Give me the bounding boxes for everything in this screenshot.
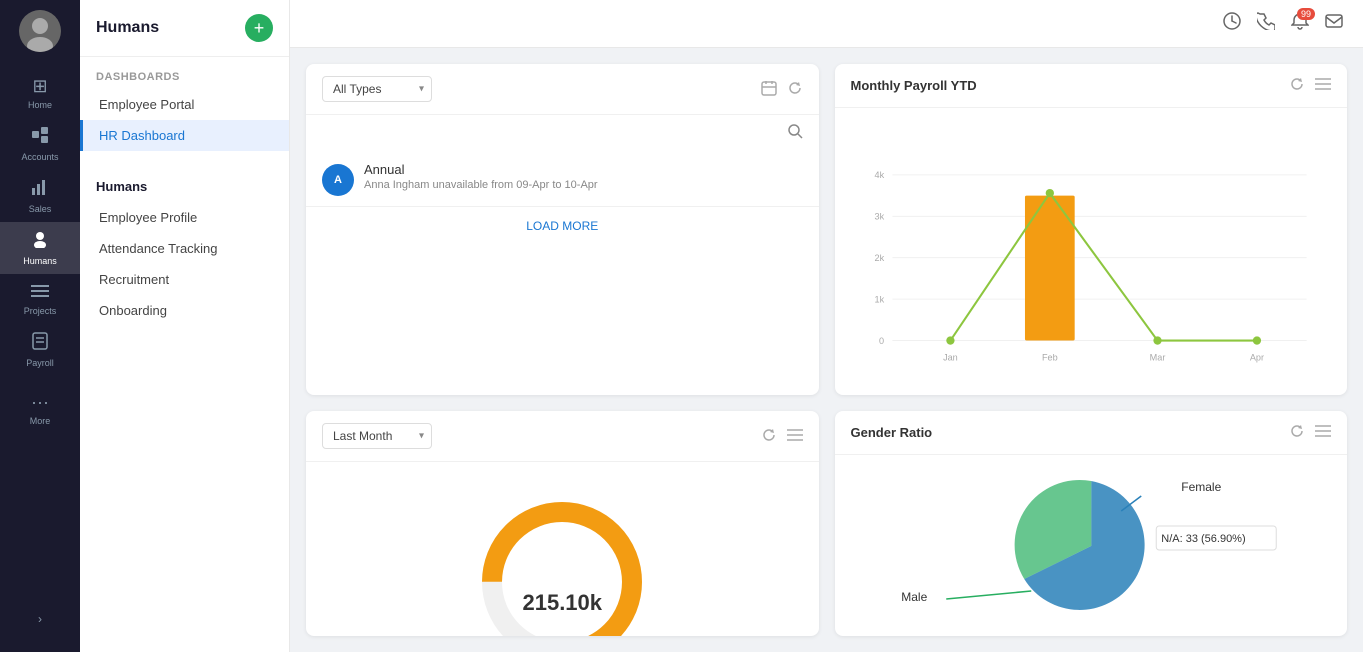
modules-section: Humans Employee Profile Attendance Track… — [80, 161, 289, 336]
svg-text:3k: 3k — [874, 212, 884, 222]
sidebar-item-payroll[interactable]: Payroll — [0, 324, 80, 376]
svg-text:Feb: Feb — [1041, 352, 1057, 362]
notification-badge: 99 — [1297, 8, 1315, 20]
payroll-card-header: Monthly Payroll YTD — [835, 64, 1348, 108]
payroll-chart-area: 4k 3k 2k 1k 0 Jan Feb Mar Apr — [835, 108, 1348, 395]
events-refresh-icon[interactable] — [787, 80, 803, 99]
humans-icon — [31, 230, 49, 253]
payroll-icon — [32, 332, 48, 355]
sidebar-more-label: More — [30, 416, 51, 426]
svg-text:0: 0 — [879, 336, 884, 346]
donut-filter-select[interactable]: Last Month This Month Last Quarter — [322, 423, 432, 449]
gender-chart-container: Female N/A: 33 (56.90%) Male — [835, 455, 1348, 615]
top-bar: 99 — [290, 0, 1363, 48]
sidebar-item-sales[interactable]: Sales — [0, 170, 80, 222]
accounts-icon — [31, 126, 49, 149]
sidebar-item-projects[interactable]: Projects — [0, 274, 80, 324]
event-info: Annual Anna Ingham unavailable from 09-A… — [364, 162, 803, 191]
donut-filter-wrap[interactable]: Last Month This Month Last Quarter — [322, 423, 432, 449]
payroll-svg: 4k 3k 2k 1k 0 Jan Feb Mar Apr — [851, 116, 1332, 395]
sidebar-item-more[interactable]: ··· More — [0, 384, 80, 434]
svg-text:2k: 2k — [874, 253, 884, 263]
sidebar-nav: ⊞ Home Accounts Sales Humans Projects Pa… — [0, 0, 80, 652]
payroll-card: Monthly Payroll YTD — [835, 64, 1348, 395]
sidebar-collapse-btn[interactable]: › — [30, 604, 50, 634]
svg-text:Male: Male — [901, 590, 927, 604]
menu-item-hr-dashboard[interactable]: HR Dashboard — [80, 120, 289, 151]
svg-text:Jan: Jan — [943, 352, 958, 362]
gender-card-header: Gender Ratio — [835, 411, 1348, 455]
menu-item-attendance-tracking[interactable]: Attendance Tracking — [80, 233, 289, 264]
menu-item-recruitment[interactable]: Recruitment — [80, 264, 289, 295]
projects-icon — [31, 282, 49, 303]
event-dot: A — [322, 164, 354, 196]
events-filter-wrap[interactable]: All Types Annual Sick Emergency — [322, 76, 432, 102]
events-card: All Types Annual Sick Emergency — [306, 64, 819, 395]
sidebar-sales-label: Sales — [29, 204, 52, 214]
donut-card: Last Month This Month Last Quarter — [306, 411, 819, 636]
sidebar-accounts-label: Accounts — [21, 152, 58, 162]
bell-icon[interactable]: 99 — [1291, 12, 1309, 35]
load-more-button[interactable]: LOAD MORE — [306, 206, 819, 245]
gender-card-title: Gender Ratio — [851, 425, 933, 440]
home-icon: ⊞ — [32, 76, 47, 97]
svg-text:Female: Female — [1181, 480, 1221, 494]
events-card-body: A Annual Anna Ingham unavailable from 09… — [306, 152, 819, 206]
main-content: 99 All Types Annual Sick Emergency — [290, 0, 1363, 652]
gender-menu-icon[interactable] — [1315, 424, 1331, 441]
events-search-button[interactable] — [787, 123, 803, 144]
donut-card-header: Last Month This Month Last Quarter — [306, 411, 819, 462]
menu-item-onboarding[interactable]: Onboarding — [80, 295, 289, 326]
payroll-menu-icon[interactable] — [1315, 77, 1331, 94]
menu-item-employee-portal[interactable]: Employee Portal — [80, 89, 289, 120]
menu-item-employee-profile[interactable]: Employee Profile — [80, 202, 289, 233]
sales-icon — [31, 178, 49, 201]
donut-value: 215.10k — [522, 590, 602, 616]
svg-text:1k: 1k — [874, 294, 884, 304]
events-calendar-icon[interactable] — [761, 80, 777, 99]
events-card-header: All Types Annual Sick Emergency — [306, 64, 819, 115]
donut-refresh-icon[interactable] — [761, 427, 777, 446]
gender-card: Gender Ratio — [835, 411, 1348, 636]
dashboards-section: Dashboards Employee Portal HR Dashboard — [80, 57, 289, 161]
sidebar-menu-title: Humans — [96, 19, 159, 37]
add-button[interactable]: + — [245, 14, 273, 42]
sidebar-menu: Humans + Dashboards Employee Portal HR D… — [80, 0, 290, 652]
gender-header-actions — [1289, 423, 1331, 442]
svg-text:N/A: 33 (56.90%): N/A: 33 (56.90%) — [1161, 533, 1245, 545]
sidebar-item-humans[interactable]: Humans — [0, 222, 80, 274]
events-filter-select[interactable]: All Types Annual Sick Emergency — [322, 76, 432, 102]
sidebar-payroll-label: Payroll — [26, 358, 54, 368]
donut-chart-container: 215.10k — [306, 462, 819, 636]
svg-text:4k: 4k — [874, 170, 884, 180]
svg-text:Apr: Apr — [1249, 352, 1263, 362]
sidebar-item-accounts[interactable]: Accounts — [0, 118, 80, 170]
donut-value-container: 215.10k — [522, 582, 602, 616]
humans-section-header: Humans — [80, 171, 289, 202]
event-description: Anna Ingham unavailable from 09-Apr to 1… — [364, 179, 803, 191]
event-title: Annual — [364, 162, 803, 177]
payroll-header-actions — [1289, 76, 1331, 95]
avatar[interactable] — [19, 10, 61, 52]
dashboards-section-title: Dashboards — [80, 67, 289, 89]
sidebar-item-home[interactable]: ⊞ Home — [0, 68, 80, 118]
event-item: A Annual Anna Ingham unavailable from 09… — [306, 152, 819, 206]
gender-svg: Female N/A: 33 (56.90%) Male — [851, 471, 1332, 615]
content-area: All Types Annual Sick Emergency — [290, 48, 1363, 652]
more-icon: ··· — [31, 392, 49, 413]
events-header-actions — [761, 80, 803, 99]
sidebar-humans-label: Humans — [23, 256, 57, 266]
donut-menu-icon[interactable] — [787, 428, 803, 445]
payroll-refresh-icon[interactable] — [1289, 76, 1305, 95]
sidebar-projects-label: Projects — [24, 306, 57, 316]
donut-header-actions — [761, 427, 803, 446]
events-search-row — [306, 115, 819, 152]
gender-refresh-icon[interactable] — [1289, 423, 1305, 442]
phone-icon[interactable] — [1257, 12, 1275, 35]
sidebar-menu-header: Humans + — [80, 0, 289, 57]
mail-icon[interactable] — [1325, 12, 1343, 35]
clock-icon[interactable] — [1223, 12, 1241, 35]
svg-text:Mar: Mar — [1149, 352, 1165, 362]
payroll-card-title: Monthly Payroll YTD — [851, 78, 977, 93]
